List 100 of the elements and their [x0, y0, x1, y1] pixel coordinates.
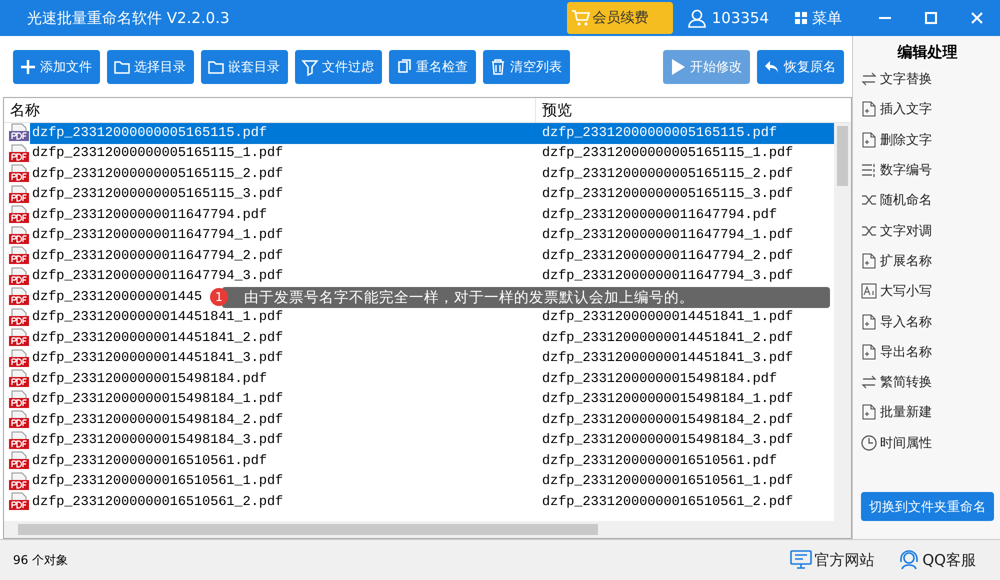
pdf-file-icon — [8, 226, 30, 246]
user-icon — [686, 8, 707, 28]
panel-title: 编辑处理 — [896, 42, 958, 63]
file-name[interactable]: dzfp_23312000000016510561.pdf — [30, 452, 269, 471]
document-icon — [861, 344, 877, 360]
preview-name: dzfp_23312000000005165115.pdf — [541, 124, 778, 143]
toolbar-button[interactable]: 文件过虑 — [295, 50, 382, 84]
account-button[interactable]: 103354 — [680, 7, 775, 29]
pdf-file-icon — [8, 472, 30, 492]
sidebar-item[interactable]: 删除文字 — [861, 124, 994, 155]
toolbar-button[interactable]: 重名检查 — [389, 50, 476, 84]
document-icon — [861, 252, 877, 269]
sidebar-item[interactable]: 导出名称 — [861, 336, 994, 367]
website-link[interactable]: 官方网站 — [790, 550, 874, 570]
copy-icon — [395, 58, 413, 76]
file-name[interactable]: dzfp_23312000000015498184.pdf — [30, 370, 269, 389]
file-name[interactable]: dzfp_23312000000005165115_1.pdf — [30, 144, 286, 164]
pdf-file-icon — [8, 184, 30, 205]
file-name[interactable]: dzfp_23312000000005165115_3.pdf — [30, 185, 286, 204]
swap-arrows-icon — [861, 71, 877, 88]
pdf-file-icon — [8, 410, 30, 430]
file-name[interactable]: dzfp_23312000000011647794_2.pdf — [30, 246, 286, 266]
pdf-file-icon — [8, 287, 30, 308]
horizontal-scrollbar[interactable] — [4, 521, 851, 538]
file-name[interactable]: dzfp_23312000000016510561_1.pdf — [30, 472, 286, 492]
vertical-scrollbar[interactable] — [834, 123, 851, 521]
pdf-file-icon — [8, 123, 30, 144]
toolbar-button[interactable]: 嵌套目录 — [201, 50, 288, 84]
column-header[interactable]: 预览 — [536, 98, 851, 122]
sidebar-item[interactable]: 批量新建 — [861, 397, 994, 428]
letters-icon — [861, 283, 877, 300]
pdf-file-icon — [8, 369, 30, 390]
cart-icon — [570, 9, 591, 27]
file-name[interactable]: dzfp_23312000000011647794_1.pdf — [30, 226, 286, 246]
preview-name: dzfp_23312000000014451841_2.pdf — [541, 330, 794, 348]
pdf-file-icon — [8, 308, 30, 328]
sidebar-item[interactable]: 扩展名称 — [861, 246, 994, 276]
preview-name: dzfp_23312000000011647794_2.pdf — [541, 248, 794, 266]
pdf-file-icon — [8, 348, 30, 369]
column-header[interactable]: 名称 — [4, 98, 536, 122]
sidebar-item[interactable]: 插入文字 — [861, 94, 994, 125]
window-title: 光速批量重命名软件 V2.2.0.3 — [27, 8, 230, 28]
notification-badge: 1 — [210, 288, 228, 306]
file-name[interactable]: dzfp_23312000000015498184_2.pdf — [30, 410, 286, 430]
file-name[interactable]: dzfp_23312000000014451841_2.pdf — [30, 328, 286, 348]
pdf-file-icon — [8, 164, 30, 184]
swap-arrows-icon — [861, 374, 877, 390]
clock-icon — [861, 434, 877, 451]
toolbar-button[interactable]: 清空列表 — [483, 50, 570, 84]
pdf-file-icon — [8, 266, 30, 287]
pdf-file-icon — [8, 205, 30, 226]
preview-name: dzfp_23312000000014451841_1.pdf — [541, 309, 794, 328]
action-button[interactable]: 恢复原名 — [757, 50, 844, 84]
preview-name: dzfp_23312000000011647794_1.pdf — [541, 227, 794, 246]
menu-button[interactable]: 菜单 — [789, 8, 848, 28]
sidebar-item[interactable]: 文字替换 — [861, 64, 994, 94]
toolbar-button[interactable]: 选择目录 — [107, 50, 194, 84]
document-icon — [861, 132, 877, 148]
pdf-file-icon — [8, 246, 30, 266]
preview-name: dzfp_23312000000016510561.pdf — [541, 452, 778, 471]
sidebar-item[interactable]: 文字对调 — [861, 215, 994, 246]
sidebar-item[interactable]: 大写小写 — [861, 276, 994, 306]
document-icon — [861, 404, 877, 420]
file-name[interactable]: dzfp_23312000000005165115_2.pdf — [30, 164, 286, 184]
file-name[interactable]: dzfp_2331200000001445 — [30, 288, 204, 307]
filter-icon — [301, 58, 319, 76]
sidebar-item[interactable]: 导入名称 — [861, 306, 994, 337]
list-icon — [861, 162, 877, 178]
preview-name: dzfp_23312000000005165115_3.pdf — [541, 186, 794, 204]
document-icon — [861, 314, 877, 330]
preview-name: dzfp_23312000000015498184_1.pdf — [541, 391, 794, 410]
sidebar-item[interactable]: 繁简转换 — [861, 366, 994, 398]
file-name[interactable]: dzfp_23312000000014451841_1.pdf — [30, 308, 286, 328]
tooltip-text: 由于发票号名字不能完全一样，对于一样的发票默认会加上编号的。 — [244, 288, 694, 307]
preview-name: dzfp_23312000000005165115_2.pdf — [541, 166, 794, 184]
toolbar-button[interactable]: 添加文件 — [13, 50, 100, 84]
file-name[interactable]: dzfp_23312000000016510561_2.pdf — [30, 492, 286, 512]
file-name[interactable]: dzfp_23312000000015498184_1.pdf — [30, 390, 286, 410]
preview-name: dzfp_23312000000015498184_3.pdf — [541, 432, 794, 450]
preview-name: dzfp_23312000000016510561_1.pdf — [541, 473, 794, 492]
object-count: 96 个对象 — [13, 552, 68, 568]
support-link[interactable]: QQ客服 — [898, 550, 976, 570]
menu-icon — [795, 12, 807, 24]
pdf-file-icon — [8, 390, 30, 410]
file-name[interactable]: dzfp_23312000000015498184_3.pdf — [30, 431, 286, 450]
pdf-file-icon — [8, 451, 30, 472]
monitor-icon — [790, 550, 812, 570]
pdf-file-icon — [8, 144, 30, 164]
sidebar-item[interactable]: 数字编号 — [861, 154, 994, 186]
renew-button[interactable]: 会员续费 — [566, 2, 673, 34]
preview-name: dzfp_23312000000005165115_1.pdf — [541, 145, 794, 164]
sidebar-item[interactable]: 随机命名 — [861, 185, 994, 216]
pdf-file-icon — [8, 430, 30, 451]
trash-icon — [489, 58, 507, 76]
play-icon — [669, 58, 687, 76]
file-name[interactable]: dzfp_23312000000014451841_3.pdf — [30, 349, 286, 368]
sidebar-item[interactable]: 时间属性 — [861, 428, 994, 458]
switch-mode-button[interactable]: 切换到文件夹重命名 — [861, 492, 994, 521]
file-name[interactable]: dzfp_23312000000011647794_3.pdf — [30, 267, 286, 286]
file-name[interactable]: dzfp_23312000000011647794.pdf — [30, 206, 269, 225]
